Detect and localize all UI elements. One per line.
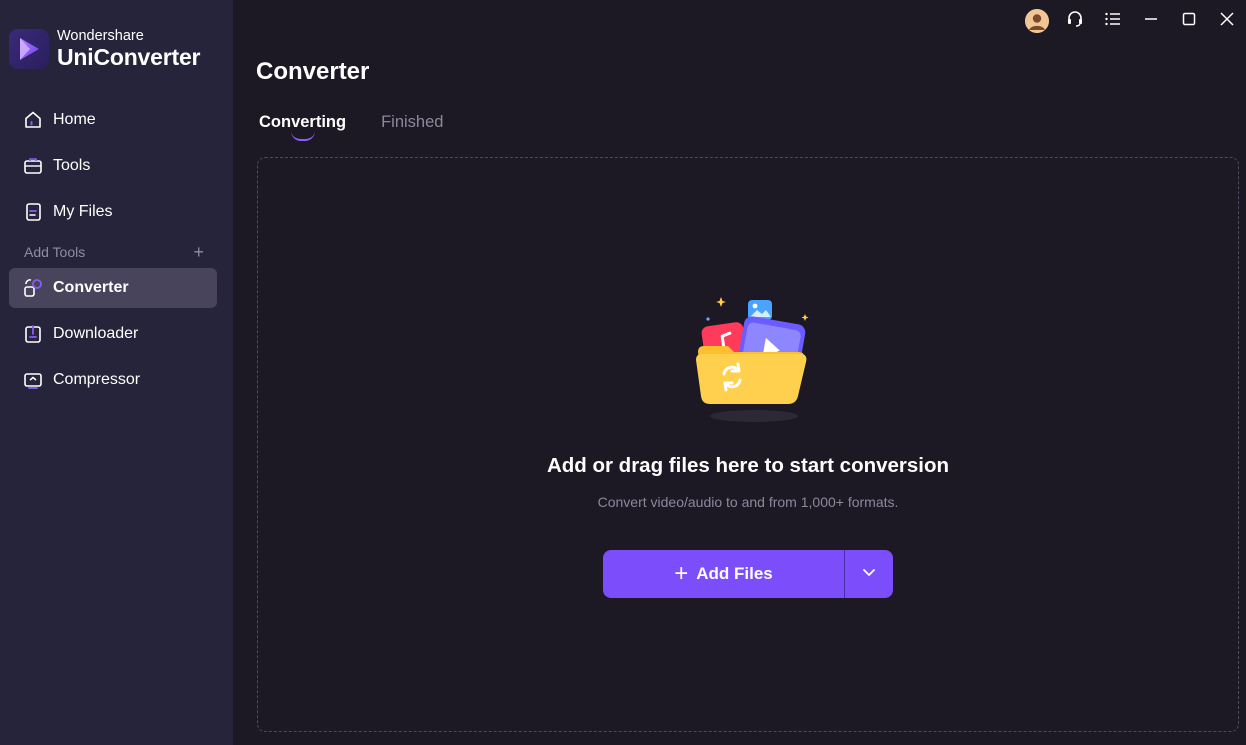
file-icon — [22, 201, 44, 223]
tab-converting[interactable]: Converting — [259, 113, 346, 143]
support-button[interactable] — [1056, 6, 1094, 36]
add-files-label: Add Files — [696, 564, 773, 583]
download-icon — [22, 323, 44, 345]
maximize-icon — [1181, 11, 1197, 32]
sidebar-item-label: Home — [53, 111, 96, 128]
compress-icon — [22, 369, 44, 391]
sidebar-item-label: My Files — [53, 203, 113, 220]
tab-label: Converting — [259, 113, 347, 131]
headset-icon — [1066, 10, 1084, 33]
toolbox-icon — [22, 155, 44, 177]
sidebar-item-label: Converter — [53, 279, 129, 296]
add-tools-section: Add Tools + — [24, 242, 204, 262]
menu-button[interactable] — [1094, 6, 1132, 36]
folder-media-illustration-icon — [694, 294, 814, 429]
avatar-icon — [1025, 9, 1049, 33]
minimize-icon — [1143, 11, 1159, 32]
uniconverter-logo-icon — [9, 29, 49, 69]
home-icon — [22, 109, 44, 131]
sidebar-item-home[interactable]: Home — [9, 100, 217, 140]
brand-company: Wondershare — [57, 28, 144, 45]
dropzone-subtitle: Convert video/audio to and from 1,000+ f… — [597, 494, 899, 510]
sidebar-item-label: Tools — [53, 157, 91, 174]
file-dropzone[interactable]: Add or drag files here to start conversi… — [257, 157, 1239, 732]
sidebar-item-tools[interactable]: Tools — [9, 146, 217, 186]
add-files-button-group: + Add Files — [603, 550, 893, 598]
close-button[interactable] — [1208, 6, 1246, 36]
dropzone-title: Add or drag files here to start conversi… — [546, 454, 950, 477]
sidebar-item-my-files[interactable]: My Files — [9, 192, 217, 232]
sidebar-item-downloader[interactable]: Downloader — [9, 314, 217, 354]
app-window: Wondershare UniConverter Home Tools My F… — [0, 0, 1246, 745]
titlebar-controls — [1018, 6, 1246, 36]
add-files-button[interactable]: + Add Files — [603, 550, 844, 598]
tab-label: Finished — [381, 113, 444, 131]
sidebar: Wondershare UniConverter Home Tools My F… — [0, 0, 233, 745]
sidebar-item-label: Downloader — [53, 325, 139, 342]
add-files-dropdown-button[interactable] — [845, 550, 893, 598]
add-tools-label: Add Tools — [24, 244, 86, 260]
plus-icon: + — [674, 560, 689, 587]
chevron-down-icon — [861, 564, 877, 585]
brand-product: UniConverter — [57, 43, 201, 70]
account-button[interactable] — [1018, 6, 1056, 36]
maximize-button[interactable] — [1170, 6, 1208, 36]
tab-bar: Converting Finished — [259, 113, 478, 143]
brand: Wondershare UniConverter — [9, 28, 200, 70]
close-icon — [1219, 11, 1235, 32]
sidebar-item-label: Compressor — [53, 371, 141, 388]
menu-icon — [1104, 10, 1122, 33]
page-title: Converter — [256, 58, 370, 85]
minimize-button[interactable] — [1132, 6, 1170, 36]
active-tab-indicator — [291, 131, 315, 141]
add-tool-button[interactable]: + — [193, 243, 204, 261]
sidebar-item-compressor[interactable]: Compressor — [9, 360, 217, 400]
sidebar-item-converter[interactable]: Converter — [9, 268, 217, 308]
converter-icon — [22, 277, 44, 299]
tab-finished[interactable]: Finished — [381, 113, 443, 143]
